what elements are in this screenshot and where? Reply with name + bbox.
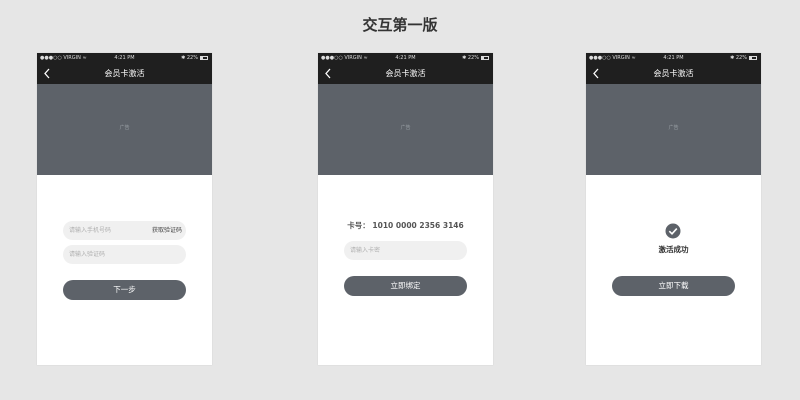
battery-status: ✱ 22% [730, 53, 757, 63]
ad-label: 广告 [668, 125, 679, 131]
code-input[interactable]: 请输入验证码 [63, 245, 186, 264]
bind-button[interactable]: 立即绑定 [344, 276, 467, 296]
ad-banner[interactable]: 广告 [318, 84, 493, 175]
card-password-placeholder: 请输入卡密 [350, 247, 381, 254]
ad-label: 广告 [119, 125, 130, 131]
next-button[interactable]: 下一步 [63, 280, 186, 300]
nav-title: 会员卡激活 [653, 69, 694, 78]
card-number: 1010 0000 2356 3146 [372, 221, 464, 230]
get-code-button[interactable]: 获取验证码 [152, 221, 182, 240]
download-button[interactable]: 立即下载 [612, 276, 735, 296]
battery-icon [749, 56, 757, 60]
phone-screen-bind: ●●●○○ VIRGIN ≈ 4:21 PM ✱ 22% 会员卡激活 广告 卡号… [318, 53, 493, 365]
nav-bar: 会员卡激活 [37, 63, 212, 84]
phone-screen-success: ●●●○○ VIRGIN ≈ 4:21 PM ✱ 22% 会员卡激活 广告 激活… [586, 53, 761, 365]
battery-percent: ✱ 22% [462, 55, 479, 61]
battery-percent: ✱ 22% [730, 55, 747, 61]
nav-bar: 会员卡激活 [586, 63, 761, 84]
status-bar: ●●●○○ VIRGIN ≈ 4:21 PM ✱ 22% [37, 53, 212, 63]
ad-label: 广告 [400, 125, 411, 131]
status-bar: ●●●○○ VIRGIN ≈ 4:21 PM ✱ 22% [318, 53, 493, 63]
check-circle-icon [665, 223, 681, 239]
status-bar: ●●●○○ VIRGIN ≈ 4:21 PM ✱ 22% [586, 53, 761, 63]
nav-bar: 会员卡激活 [318, 63, 493, 84]
nav-title: 会员卡激活 [104, 69, 145, 78]
success-message: 激活成功 [658, 245, 689, 254]
battery-icon [481, 56, 489, 60]
ad-banner[interactable]: 广告 [37, 84, 212, 175]
phone-input[interactable]: 请输入手机号码 获取验证码 [63, 221, 186, 240]
phone-screen-verify: ●●●○○ VIRGIN ≈ 4:21 PM ✱ 22% 会员卡激活 广告 请输… [37, 53, 212, 365]
card-password-input[interactable]: 请输入卡密 [344, 241, 467, 260]
card-number-line: 卡号： 1010 0000 2356 3146 [318, 220, 493, 231]
ad-banner[interactable]: 广告 [586, 84, 761, 175]
card-label: 卡号： [347, 221, 370, 230]
phone-input-placeholder: 请输入手机号码 [69, 227, 112, 234]
battery-status: ✱ 22% [181, 53, 208, 63]
nav-title: 会员卡激活 [385, 69, 426, 78]
battery-status: ✱ 22% [462, 53, 489, 63]
battery-percent: ✱ 22% [181, 55, 198, 61]
page-title: 交互第一版 [362, 16, 438, 34]
battery-icon [200, 56, 208, 60]
code-input-placeholder: 请输入验证码 [69, 251, 106, 258]
